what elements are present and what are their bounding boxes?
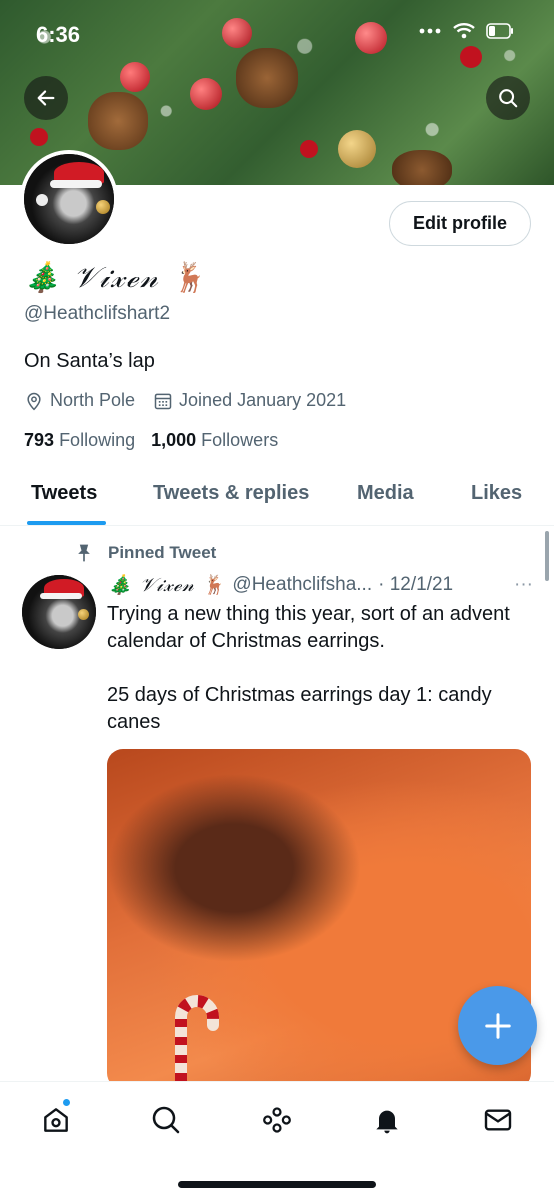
pinned-label: Pinned Tweet <box>74 543 216 563</box>
location: North Pole <box>24 390 135 411</box>
nav-notifications[interactable] <box>367 1100 407 1140</box>
bell-icon <box>376 1110 398 1134</box>
calendar-icon <box>154 393 172 409</box>
tweet-avatar-image <box>22 575 96 649</box>
display-name-text: 𝒱𝒾𝓍ℯ𝓃 <box>73 260 160 294</box>
back-button[interactable] <box>24 76 68 120</box>
tweet-author-handle[interactable]: @Heathclifsha... <box>232 574 372 596</box>
status-bar: 6:36 <box>0 0 554 70</box>
back-arrow-icon <box>37 90 55 106</box>
location-text: North Pole <box>50 390 136 410</box>
avatar-image <box>24 154 114 244</box>
candy-cane-earring <box>167 979 227 1089</box>
following-label: Following <box>59 430 136 450</box>
followers-count: 1,000 <box>151 430 197 450</box>
following-count: 793 <box>24 430 55 450</box>
location-pin-icon <box>27 392 41 410</box>
profile-handle: @Heathclifshart2 <box>24 303 171 324</box>
nav-explore[interactable] <box>146 1100 186 1140</box>
edit-profile-button[interactable]: Edit profile <box>389 201 531 246</box>
tweet-header: 🎄 𝒱𝒾𝓍ℯ𝓃 🦌 @Heathclifsha... · 12/1/21 ··· <box>108 573 533 597</box>
search-button[interactable] <box>486 76 530 120</box>
pin-icon <box>78 544 90 562</box>
joined-date: Joined January 2021 <box>153 390 346 411</box>
tab-likes[interactable]: Likes <box>471 482 522 505</box>
signal-icon <box>419 28 441 34</box>
wifi-icon <box>453 23 475 39</box>
tab-active-indicator <box>27 521 106 525</box>
following-link[interactable]: 793 Following <box>24 430 135 451</box>
nav-spaces[interactable] <box>257 1100 297 1140</box>
profile-meta: North Pole Joined January 2021 <box>24 390 346 411</box>
pinned-text: Pinned Tweet <box>108 543 217 562</box>
follow-stats: 793 Following 1,000 Followers <box>24 430 278 451</box>
home-icon <box>44 1108 68 1132</box>
tab-tweets[interactable]: Tweets <box>31 482 97 505</box>
profile-avatar[interactable] <box>20 150 118 248</box>
nav-messages[interactable] <box>478 1100 518 1140</box>
spaces-icon <box>263 1107 291 1133</box>
bottom-navigation <box>0 1081 554 1200</box>
search-icon <box>152 1106 180 1134</box>
tweet-date[interactable]: · 12/1/21 <box>378 574 453 596</box>
plus-icon <box>484 1012 511 1039</box>
joined-text: Joined January 2021 <box>179 390 347 410</box>
nav-home[interactable] <box>36 1098 76 1140</box>
tab-tweets-replies[interactable]: Tweets & replies <box>153 482 309 505</box>
deer-emoji: 🦌 <box>170 260 210 294</box>
followers-link[interactable]: 1,000 Followers <box>151 430 278 451</box>
display-name: 🎄 𝒱𝒾𝓍ℯ𝓃 🦌 <box>24 260 209 295</box>
home-indicator <box>178 1181 376 1188</box>
more-options-icon[interactable]: ··· <box>514 574 533 596</box>
mail-icon <box>484 1109 512 1131</box>
tweet-text: Trying a new thing this year, sort of an… <box>107 603 510 733</box>
tweet-author-name[interactable]: 🎄 𝒱𝒾𝓍ℯ𝓃 🦌 <box>108 573 226 596</box>
battery-icon <box>486 23 513 39</box>
tweet-avatar[interactable] <box>22 575 96 649</box>
followers-label: Followers <box>201 430 279 450</box>
status-icons <box>418 22 514 40</box>
profile-bio: On Santa’s lap <box>24 350 155 372</box>
search-icon <box>499 89 518 108</box>
home-notification-dot <box>62 1098 71 1107</box>
scrollbar[interactable] <box>545 531 549 581</box>
status-time: 6:36 <box>36 22 81 47</box>
tab-media[interactable]: Media <box>357 482 414 505</box>
tree-emoji: 🎄 <box>24 260 63 294</box>
compose-tweet-button[interactable] <box>458 986 537 1065</box>
profile-tabs: Tweets Tweets & replies Media Likes <box>0 470 554 526</box>
